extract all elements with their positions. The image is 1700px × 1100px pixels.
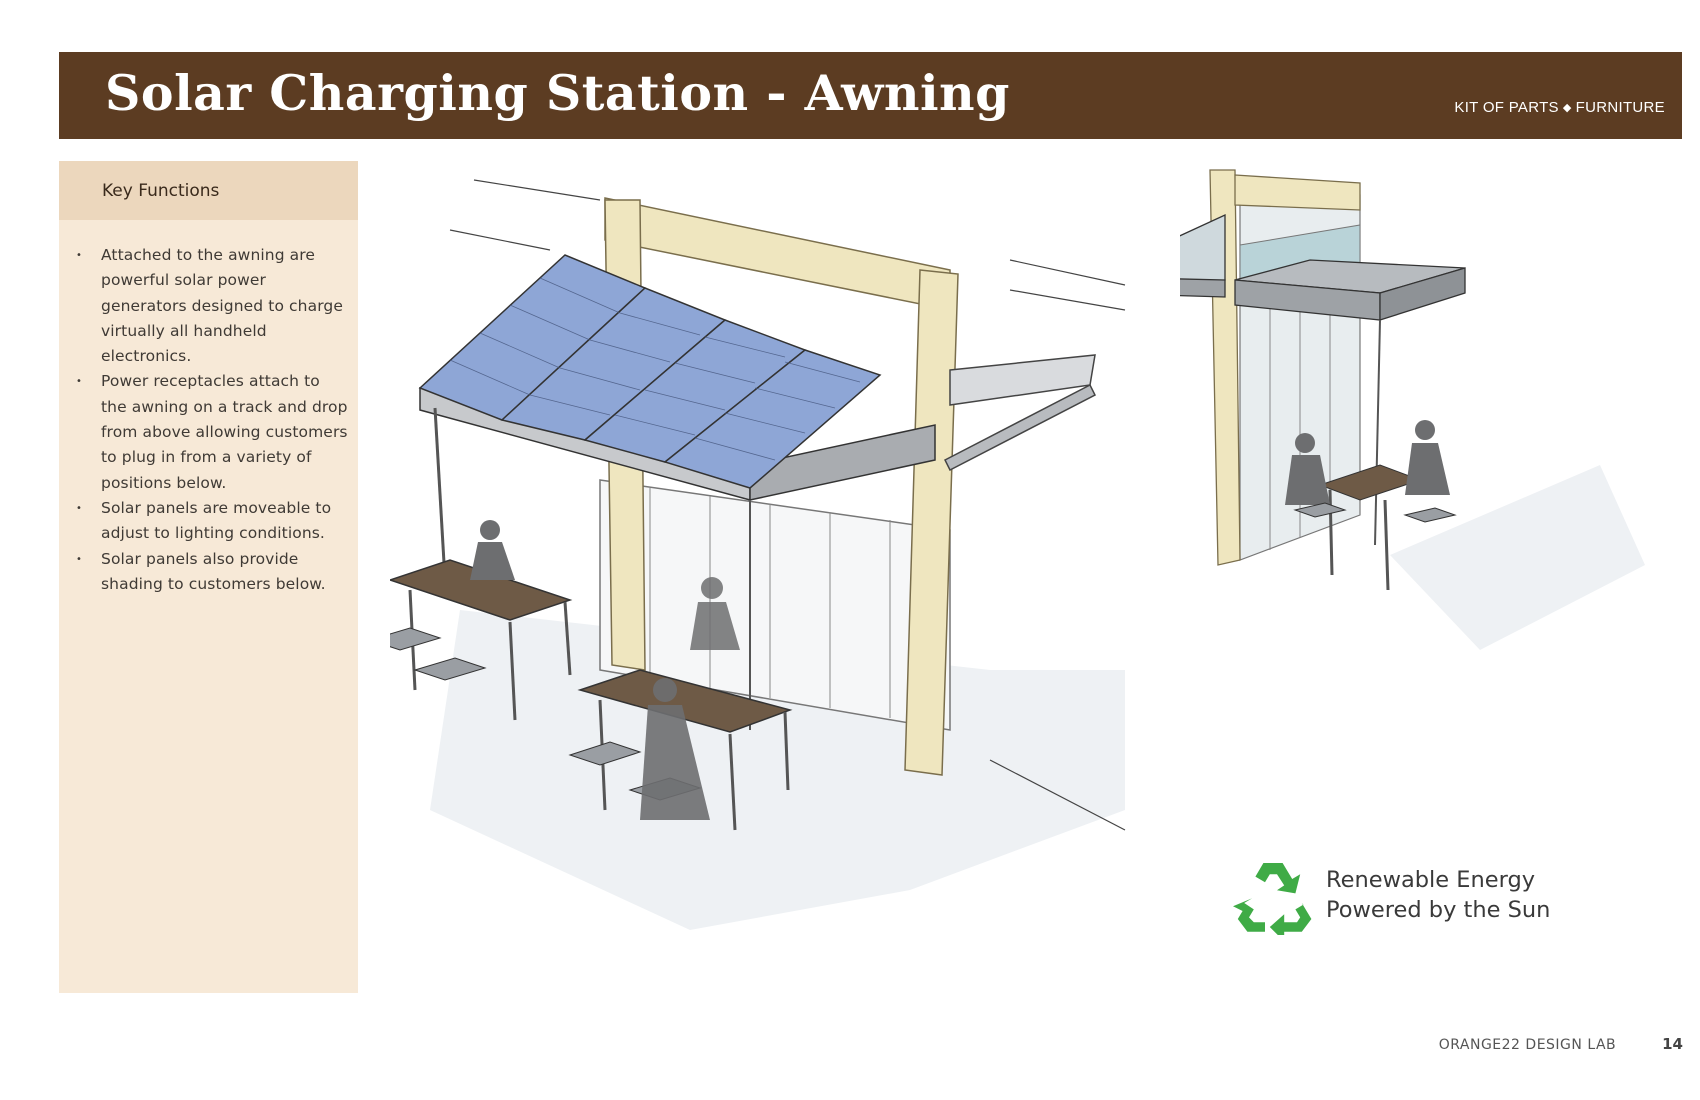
key-functions-heading: Key Functions [59, 161, 358, 220]
section-separator: ◆ [1562, 102, 1572, 114]
list-item-text: Attached to the awning are powerful sola… [101, 246, 343, 366]
solar-awning-perspective-illustration [390, 179, 1126, 930]
list-item-text: Solar panels also provide shading to cus… [101, 549, 326, 593]
badge-text: Renewable Energy Powered by the Sun [1326, 865, 1550, 925]
bullet-icon: • [76, 502, 82, 514]
section-name: KIT OF PARTS [1454, 99, 1559, 116]
recycle-icon [1233, 863, 1312, 935]
bullet-icon: • [76, 553, 82, 565]
solar-awning-elevation-illustration [1180, 169, 1645, 650]
section-label: KIT OF PARTS ◆ FURNITURE [1454, 99, 1665, 116]
key-functions-panel: Key Functions • Attached to the awning ar… [59, 161, 358, 993]
list-item: • Solar panels also provide shading to cu… [76, 547, 348, 598]
header-bar: Solar Charging Station - Awning KIT OF P… [59, 52, 1682, 139]
category-name: FURNITURE [1575, 99, 1665, 116]
page-number: 14 [1662, 1035, 1683, 1053]
footer-org: ORANGE22 DESIGN LAB [1438, 1037, 1617, 1053]
bullet-icon: • [76, 250, 82, 261]
badge-line-2: Powered by the Sun [1326, 897, 1551, 923]
renewable-energy-badge: Renewable Energy Powered by the Sun [1232, 855, 1572, 935]
list-item: • Power receptacles attach to the awning … [76, 369, 348, 495]
list-item: • Solar panels are moveable to adjust to … [76, 496, 348, 547]
list-item-text: Solar panels are moveable to adjust to l… [101, 498, 332, 543]
page-title: Solar Charging Station - Awning [105, 64, 1010, 122]
key-functions-list: • Attached to the awning are powerful sol… [59, 243, 358, 597]
list-item-text: Power receptacles attach to the awning o… [101, 372, 348, 492]
bullet-icon: • [76, 376, 82, 388]
badge-line-1: Renewable Energy [1326, 867, 1536, 893]
footer: ORANGE22 DESIGN LAB 14 [1439, 1035, 1683, 1053]
list-item: • Attached to the awning are powerful sol… [76, 243, 348, 369]
